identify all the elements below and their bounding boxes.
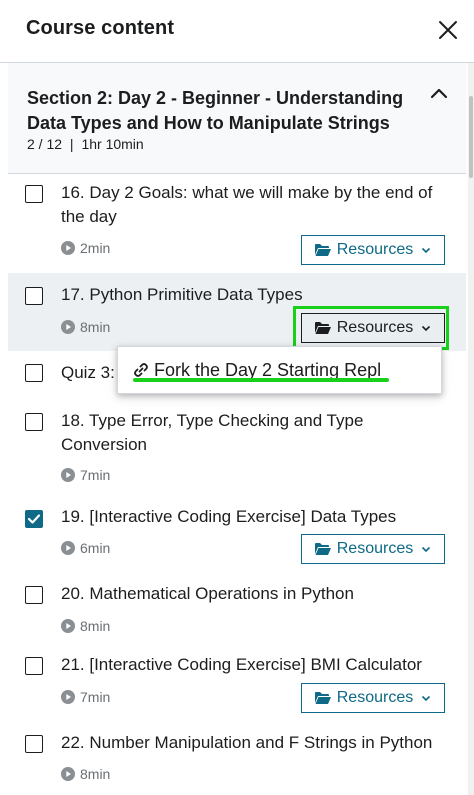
lecture-item[interactable]: 19. [Interactive Coding Exercise] Data T…	[8, 495, 466, 571]
lecture-item[interactable]: 16. Day 2 Goals: what we will make by th…	[8, 174, 466, 273]
duration-text: 8min	[80, 319, 111, 335]
scrollbar-thumb[interactable]	[469, 96, 473, 178]
lecture-duration: 7min	[61, 467, 110, 483]
section-progress: 2 / 12	[27, 136, 63, 152]
lecture-title: 21. [Interactive Coding Exercise] BMI Ca…	[61, 655, 422, 674]
duration-text: 7min	[80, 467, 111, 483]
chevron-down-icon	[422, 247, 431, 254]
lecture-checkbox[interactable]	[25, 657, 43, 675]
lecture-title: 18. Type Error, Type Checking and Type C…	[61, 411, 364, 454]
lecture-title: 19. [Interactive Coding Exercise] Data T…	[61, 507, 397, 526]
chevron-down-icon	[422, 695, 431, 702]
duration-text: 7min	[80, 689, 111, 705]
lecture-item[interactable]: 20. Mathematical Operations in Python 8m…	[8, 571, 466, 643]
lecture-duration: 7min	[61, 689, 110, 705]
resources-button[interactable]: Resources	[301, 235, 445, 265]
play-circle-icon	[61, 690, 75, 704]
curriculum-panel: Section 2: Day 2 - Beginner - Understand…	[8, 63, 466, 795]
link-icon	[134, 363, 148, 377]
lecture-duration: 8min	[61, 618, 110, 634]
lecture-duration: 8min	[61, 766, 110, 782]
resources-dropdown-menu: Fork the Day 2 Starting Repl	[117, 346, 442, 394]
duration-text: 6min	[80, 540, 111, 556]
lecture-item-active[interactable]: 17. Python Primitive Data Types 8min Res…	[8, 273, 466, 351]
play-circle-icon	[61, 541, 75, 555]
lecture-item[interactable]: 22. Number Manipulation and F Strings in…	[8, 721, 466, 795]
lecture-checkbox[interactable]	[25, 364, 43, 382]
duration-text: 2min	[80, 240, 111, 256]
duration-text: 8min	[80, 618, 111, 634]
resources-label: Resources	[336, 241, 414, 258]
lecture-title: 20. Mathematical Operations in Python	[61, 584, 354, 603]
lecture-checkbox[interactable]	[25, 185, 43, 203]
lecture-item[interactable]: 21. [Interactive Coding Exercise] BMI Ca…	[8, 643, 466, 721]
lecture-title: 16. Day 2 Goals: what we will make by th…	[61, 183, 433, 226]
duration-text: 8min	[80, 766, 111, 782]
lecture-duration: 6min	[61, 540, 110, 556]
close-icon[interactable]	[436, 18, 460, 42]
chevron-down-icon	[422, 546, 431, 553]
resources-label: Resources	[336, 319, 414, 336]
section-duration: 1hr 10min	[81, 136, 144, 152]
play-circle-icon	[61, 767, 75, 781]
checkmark-icon	[27, 513, 40, 524]
section-title: Section 2: Day 2 - Beginner - Understand…	[27, 88, 404, 133]
folder-open-icon	[314, 543, 331, 555]
play-circle-icon	[61, 320, 75, 334]
lecture-checkbox[interactable]	[25, 413, 43, 431]
resources-button[interactable]: Resources	[301, 534, 445, 564]
resources-button-open[interactable]: Resources	[301, 313, 445, 343]
play-circle-icon	[61, 241, 75, 255]
folder-open-icon	[314, 692, 331, 704]
chevron-down-icon	[422, 325, 431, 332]
resources-label: Resources	[336, 540, 414, 557]
lecture-item[interactable]: 18. Type Error, Type Checking and Type C…	[8, 399, 466, 495]
play-circle-icon	[61, 619, 75, 633]
underline-annotation	[133, 378, 389, 382]
section-meta: 2 / 12 | 1hr 10min	[27, 136, 144, 152]
folder-open-icon	[314, 244, 331, 256]
lecture-title: 17. Python Primitive Data Types	[61, 285, 303, 304]
section-header[interactable]: Section 2: Day 2 - Beginner - Understand…	[8, 63, 466, 174]
lecture-duration: 2min	[61, 240, 110, 256]
section-meta-separator: |	[69, 136, 74, 152]
course-content-header: Course content	[0, 0, 474, 63]
resources-button[interactable]: Resources	[301, 683, 445, 713]
chevron-up-icon[interactable]	[428, 83, 450, 105]
lecture-checkbox-checked[interactable]	[25, 510, 43, 528]
panel-title: Course content	[26, 17, 175, 39]
lecture-checkbox[interactable]	[25, 287, 43, 305]
resources-label: Resources	[336, 689, 414, 706]
folder-open-icon	[314, 322, 331, 334]
play-circle-icon	[61, 468, 75, 482]
lecture-checkbox[interactable]	[25, 586, 43, 604]
lecture-title: 22. Number Manipulation and F Strings in…	[61, 733, 433, 752]
lecture-duration: 8min	[61, 319, 110, 335]
fork-repl-link[interactable]: Fork the Day 2 Starting Repl	[118, 347, 441, 393]
lecture-checkbox[interactable]	[25, 735, 43, 753]
